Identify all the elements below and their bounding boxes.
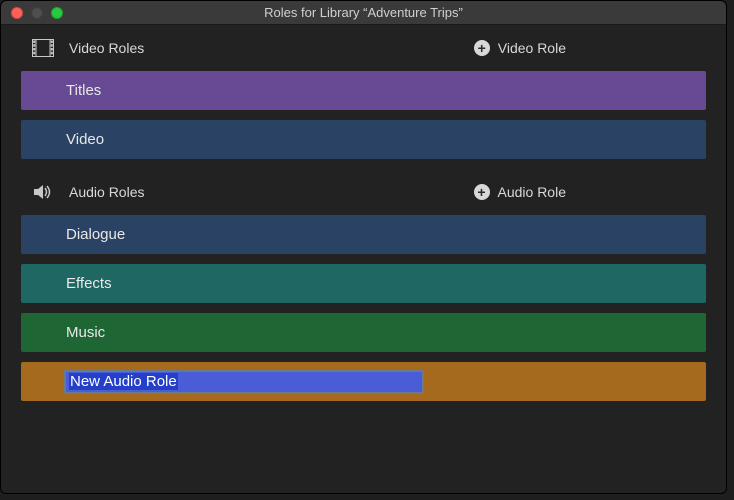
role-row-titles[interactable]: Titles: [21, 71, 706, 110]
role-label: Titles: [66, 82, 101, 99]
role-label: Video: [66, 131, 104, 148]
video-roles-header: Video Roles + Video Role: [1, 25, 726, 71]
add-video-role-label: Video Role: [498, 40, 566, 56]
add-video-role-button[interactable]: + Video Role: [474, 40, 706, 56]
role-name-input[interactable]: New Audio Role: [64, 370, 424, 394]
titlebar: Roles for Library “Adventure Trips”: [1, 1, 726, 25]
role-row-new-audio[interactable]: New Audio Role: [21, 362, 706, 401]
plus-icon: +: [474, 184, 490, 200]
film-icon: [31, 38, 55, 58]
plus-icon: +: [474, 40, 490, 56]
role-row-video[interactable]: Video: [21, 120, 706, 159]
role-name-input-value: New Audio Role: [69, 373, 178, 390]
traffic-lights: [1, 7, 63, 19]
window-title: Roles for Library “Adventure Trips”: [1, 5, 726, 20]
minimize-window-button[interactable]: [31, 7, 43, 19]
zoom-window-button[interactable]: [51, 7, 63, 19]
video-roles-label: Video Roles: [69, 40, 474, 56]
role-row-music[interactable]: Music: [21, 313, 706, 352]
roles-window: Roles for Library “Adventure Trips” Vid: [0, 0, 727, 494]
role-label: Music: [66, 324, 105, 341]
role-label: Effects: [66, 275, 112, 292]
content-area: Video Roles + Video Role Titles Video Au…: [1, 25, 726, 401]
add-audio-role-button[interactable]: + Audio Role: [474, 184, 707, 200]
role-row-effects[interactable]: Effects: [21, 264, 706, 303]
speaker-icon: [31, 182, 55, 202]
close-window-button[interactable]: [11, 7, 23, 19]
role-row-dialogue[interactable]: Dialogue: [21, 215, 706, 254]
audio-roles-label: Audio Roles: [69, 184, 474, 200]
role-label: Dialogue: [66, 226, 125, 243]
audio-roles-header: Audio Roles + Audio Role: [1, 169, 726, 215]
add-audio-role-label: Audio Role: [498, 184, 567, 200]
